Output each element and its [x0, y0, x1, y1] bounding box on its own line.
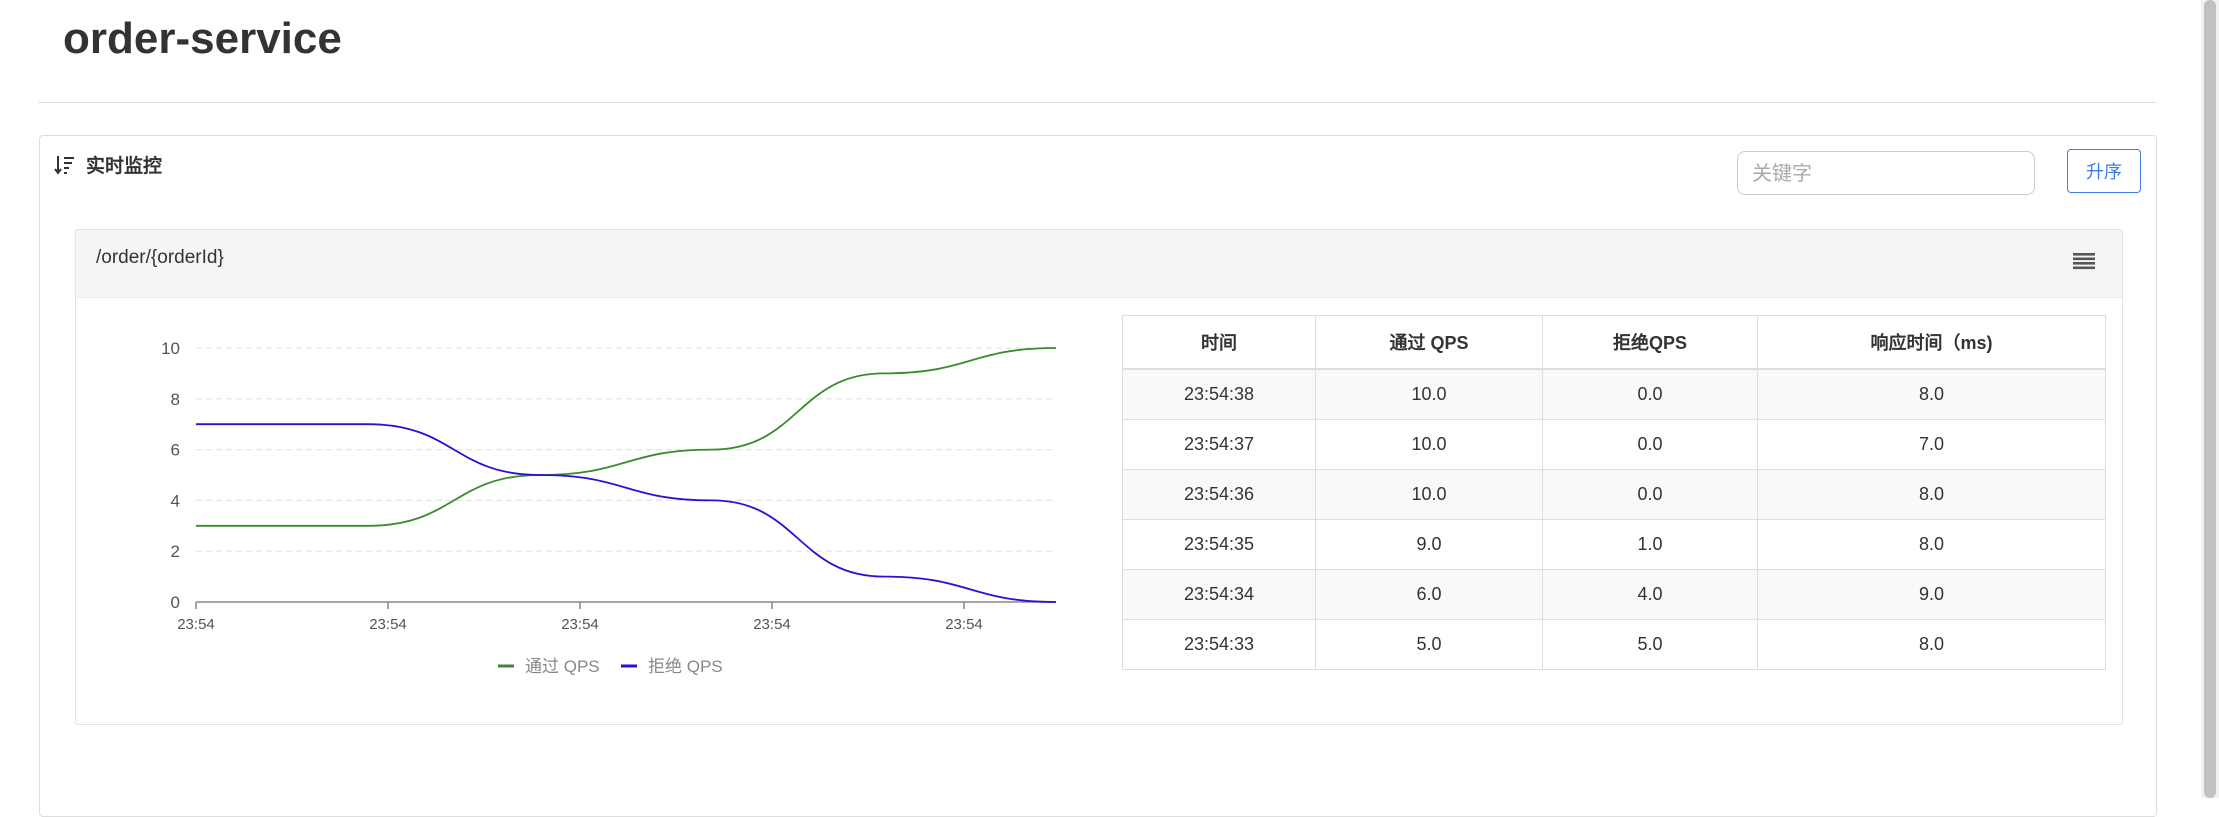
hamburger-menu-icon[interactable] — [2073, 252, 2095, 270]
table-row: 23:54:36 10.0 0.0 8.0 — [1122, 469, 2106, 520]
cell-response-time: 8.0 — [1757, 368, 2106, 420]
panel-title: 实时监控 — [54, 151, 162, 178]
metrics-table: 时间 通过 QPS 拒绝QPS 响应时间（ms) 23:54:38 10.0 0… — [1122, 315, 2106, 670]
series-line-block-qps — [195, 423, 1057, 603]
cell-time: 23:54:38 — [1122, 368, 1316, 420]
cell-response-time: 7.0 — [1757, 419, 2106, 470]
cell-block-qps: 0.0 — [1542, 419, 1758, 470]
table-row: 23:54:34 6.0 4.0 9.0 — [1122, 569, 2106, 620]
resource-name: /order/{orderId} — [96, 247, 224, 268]
y-tick-label: 8 — [171, 390, 180, 409]
column-header-time[interactable]: 时间 — [1122, 315, 1316, 370]
cell-response-time: 8.0 — [1757, 469, 2106, 520]
y-tick-label: 4 — [171, 491, 180, 510]
sort-desc-icon — [54, 155, 74, 175]
x-tick-label: 23:54 — [177, 616, 215, 633]
qps-line-chart: 0 2 4 6 8 10 23:54 23:54 23:54 23:54 23:54 通过 QPS 拒绝… — [161, 339, 1057, 676]
header-divider — [38, 102, 2156, 103]
cell-time: 23:54:36 — [1122, 469, 1316, 520]
panel-title-label: 实时监控 — [86, 156, 163, 177]
cell-time: 23:54:33 — [1122, 619, 1316, 670]
table-row: 23:54:33 5.0 5.0 8.0 — [1122, 619, 2106, 670]
legend-label: 拒绝 QPS — [648, 657, 723, 676]
table-row: 23:54:38 10.0 0.0 8.0 — [1122, 368, 2106, 420]
y-tick-label: 2 — [171, 542, 180, 561]
y-tick-label: 0 — [171, 593, 180, 612]
cell-pass-qps: 9.0 — [1315, 519, 1543, 570]
x-tick-label: 23:54 — [945, 616, 983, 633]
cell-response-time: 9.0 — [1757, 569, 2106, 620]
cell-pass-qps: 5.0 — [1315, 619, 1543, 670]
table-header-row: 时间 通过 QPS 拒绝QPS 响应时间（ms) — [1122, 315, 2106, 370]
column-header-block-qps[interactable]: 拒绝QPS — [1542, 315, 1758, 370]
x-tick-label: 23:54 — [753, 616, 791, 633]
cell-pass-qps: 10.0 — [1315, 419, 1543, 470]
cell-block-qps: 5.0 — [1542, 619, 1758, 670]
page-scrollbar[interactable] — [2201, 0, 2219, 798]
cell-response-time: 8.0 — [1757, 519, 2106, 570]
y-tick-label: 6 — [171, 441, 180, 460]
table-row: 23:54:35 9.0 1.0 8.0 — [1122, 519, 2106, 570]
keyword-search-input[interactable] — [1737, 151, 2035, 195]
legend-label: 通过 QPS — [525, 657, 600, 676]
cell-pass-qps: 10.0 — [1315, 469, 1543, 520]
table-row: 23:54:37 10.0 0.0 7.0 — [1122, 419, 2106, 470]
page-title: order-service — [63, 14, 342, 63]
column-header-pass-qps[interactable]: 通过 QPS — [1315, 315, 1543, 370]
cell-block-qps: 4.0 — [1542, 569, 1758, 620]
sort-asc-button[interactable]: 升序 — [2067, 149, 2141, 193]
cell-block-qps: 0.0 — [1542, 469, 1758, 520]
series-line-pass-qps — [196, 347, 1057, 527]
cell-block-qps: 1.0 — [1542, 519, 1758, 570]
column-header-response-time[interactable]: 响应时间（ms) — [1757, 315, 2106, 370]
x-tick-label: 23:54 — [369, 616, 407, 633]
cell-time: 23:54:34 — [1122, 569, 1316, 620]
y-tick-label: 10 — [161, 339, 180, 358]
x-tick-label: 23:54 — [561, 616, 599, 633]
resource-card-header: /order/{orderId} — [76, 230, 2122, 298]
cell-pass-qps: 10.0 — [1315, 368, 1543, 420]
cell-time: 23:54:37 — [1122, 419, 1316, 470]
cell-response-time: 8.0 — [1757, 619, 2106, 670]
resource-card: /order/{orderId} 0 2 4 6 8 10 23:54 23:54 23:54 2… — [75, 229, 2123, 725]
cell-block-qps: 0.0 — [1542, 368, 1758, 420]
realtime-monitor-panel: 实时监控 升序 /order/{orderId} 0 2 4 6 8 10 23:54 23:… — [39, 135, 2157, 817]
cell-pass-qps: 6.0 — [1315, 569, 1543, 620]
page-scrollbar-thumb[interactable] — [2204, 0, 2216, 798]
cell-time: 23:54:35 — [1122, 519, 1316, 570]
